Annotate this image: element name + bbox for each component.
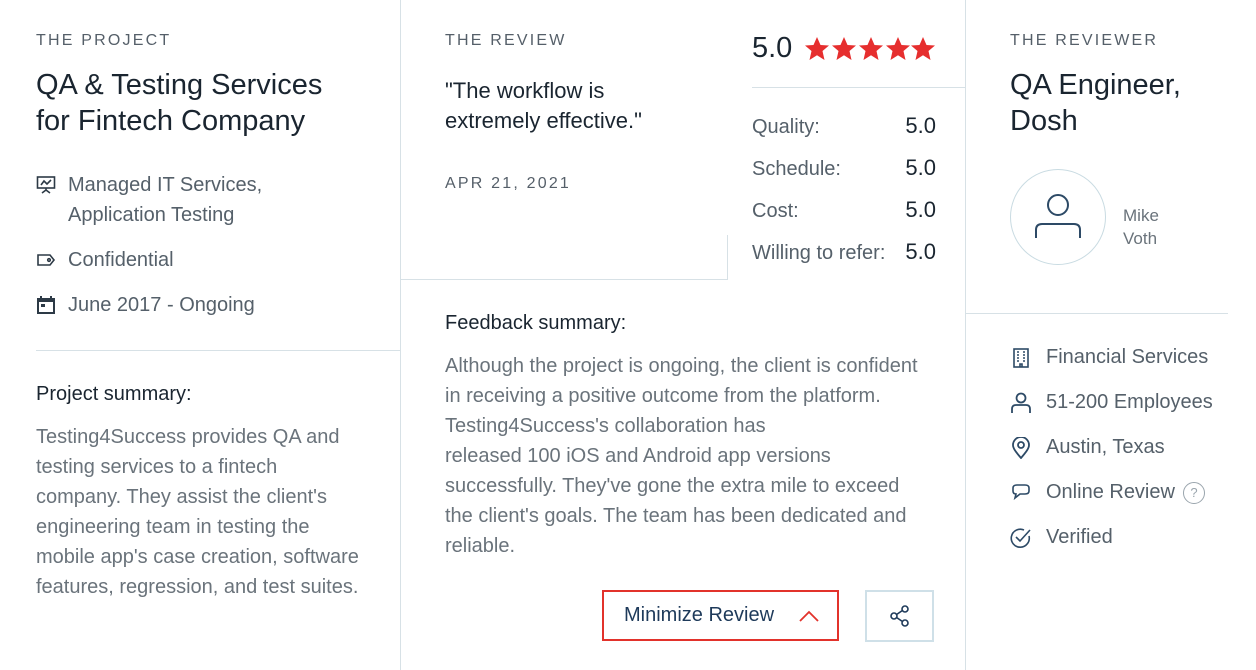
building-icon <box>1013 347 1029 368</box>
project-summary: Testing4Success provides QA and testing … <box>36 422 359 602</box>
reviewer-name-line2: Voth <box>1123 229 1158 248</box>
rating-value: 5.0 <box>905 239 936 264</box>
user-icon <box>1035 194 1081 238</box>
rating-value: 5.0 <box>905 197 936 222</box>
calendar-icon <box>36 295 56 315</box>
summary-line: mobile app's case creation, software <box>36 546 359 568</box>
overall-rating: 5.0 <box>752 32 936 65</box>
project-title: QA & Testing Services for Fintech Compan… <box>36 67 322 139</box>
feedback-line: Although the project is ongoing, the cli… <box>445 355 918 377</box>
location-pin-icon <box>1012 436 1030 459</box>
share-button[interactable] <box>865 590 934 642</box>
project-title-line1: QA & Testing Services <box>36 69 323 101</box>
feedback-summary: Although the project is ongoing, the cli… <box>445 351 918 561</box>
star-icon <box>832 36 857 60</box>
ratings-divider <box>727 235 728 280</box>
project-title-line2: for Fintech Company <box>36 105 306 137</box>
presentation-icon <box>36 175 56 195</box>
feedback-line: Testing4Success's collaboration has <box>445 415 766 437</box>
feedback-line: successfully. They've gone the extra mil… <box>445 475 900 497</box>
rating-row-schedule: Schedule: 5.0 <box>752 155 936 181</box>
location-text: Austin, Texas <box>1046 436 1165 458</box>
help-icon[interactable]: ? <box>1182 481 1205 504</box>
reviewer-name-line1: Mike <box>1123 206 1159 225</box>
review-quote: "The workflow is extremely effective." <box>445 76 642 136</box>
verified-check-icon <box>1010 527 1031 548</box>
rating-row-cost: Cost: 5.0 <box>752 197 936 223</box>
project-divider <box>36 350 400 351</box>
rating-row-quality: Quality: 5.0 <box>752 113 936 139</box>
star-icon <box>805 36 830 60</box>
quote-line1: "The workflow is <box>445 78 605 103</box>
rating-row-refer: Willing to refer: 5.0 <box>752 239 936 265</box>
feedback-line: reliable. <box>445 535 516 557</box>
feedback-summary-heading: Feedback summary: <box>445 312 627 334</box>
project-budget: Confidential <box>36 245 174 275</box>
rating-divider <box>752 87 965 88</box>
review-date: APR 21, 2021 <box>445 175 572 192</box>
summary-line: company. They assist the client's <box>36 486 327 508</box>
rating-label: Willing to refer: <box>752 242 886 264</box>
star-icon <box>859 36 884 60</box>
company-size-text: 51-200 Employees <box>1046 391 1213 413</box>
summary-line: Testing4Success provides QA and <box>36 426 340 448</box>
reviewer-title-line2: Dosh <box>1010 105 1078 137</box>
quote-line2: extremely effective." <box>445 108 642 133</box>
rating-value: 5.0 <box>905 113 936 138</box>
star-icon <box>911 36 936 60</box>
project-services: Managed IT Services, Application Testing <box>36 170 262 230</box>
rating-label: Cost: <box>752 200 799 222</box>
reviewer-section-label: THE REVIEWER <box>1010 32 1159 49</box>
avatar <box>1010 169 1106 265</box>
reviewer-name: Mike Voth <box>1123 204 1159 250</box>
star-rating <box>805 36 936 60</box>
reviewer-title: QA Engineer, Dosh <box>1010 67 1181 139</box>
verified-text: Verified <box>1046 526 1113 548</box>
budget-text: Confidential <box>68 249 174 271</box>
project-dates: June 2017 - Ongoing <box>36 290 255 320</box>
star-icon <box>886 36 911 60</box>
column-divider-right <box>965 0 966 670</box>
project-summary-heading: Project summary: <box>36 383 192 405</box>
column-divider-left <box>400 0 401 670</box>
feedback-line: the client's goals. The team has been de… <box>445 505 907 527</box>
feedback-line: in receiving a positive outcome from the… <box>445 385 881 407</box>
feedback-line: released 100 iOS and Android app version… <box>445 445 831 467</box>
reviewer-industry: Financial Services <box>1010 346 1208 369</box>
person-icon <box>1011 392 1031 413</box>
summary-line: engineering team in testing the <box>36 516 310 538</box>
services-line2: Application Testing <box>68 204 235 226</box>
speech-bubble-icon <box>1012 483 1030 500</box>
review-section-label: THE REVIEW <box>445 32 567 49</box>
reviewer-location: Austin, Texas <box>1010 436 1165 459</box>
reviewer-title-line1: QA Engineer, <box>1010 69 1181 101</box>
services-line1: Managed IT Services, <box>68 174 263 196</box>
review-type-text: Online Review <box>1046 481 1175 503</box>
industry-text: Financial Services <box>1046 346 1209 368</box>
summary-line: testing services to a fintech <box>36 456 278 478</box>
reviewer-review-type: Online Review ? <box>1010 481 1205 504</box>
reviewer-company-size: 51-200 Employees <box>1010 391 1213 414</box>
minimize-review-label: Minimize Review <box>624 604 775 626</box>
project-section-label: THE PROJECT <box>36 32 172 49</box>
minimize-review-button[interactable]: Minimize Review <box>602 590 839 641</box>
dates-text: June 2017 - Ongoing <box>68 294 255 316</box>
reviewer-divider <box>966 313 1228 314</box>
rating-label: Quality: <box>752 116 820 138</box>
chevron-up-icon <box>799 610 819 622</box>
price-tag-icon <box>36 250 56 270</box>
reviewer-verified: Verified <box>1010 526 1113 549</box>
overall-rating-value: 5.0 <box>752 32 793 64</box>
rating-label: Schedule: <box>752 158 841 180</box>
rating-value: 5.0 <box>905 155 936 180</box>
share-icon <box>889 605 909 627</box>
review-divider <box>401 279 727 280</box>
summary-line: features, regression, and test suites. <box>36 576 359 598</box>
